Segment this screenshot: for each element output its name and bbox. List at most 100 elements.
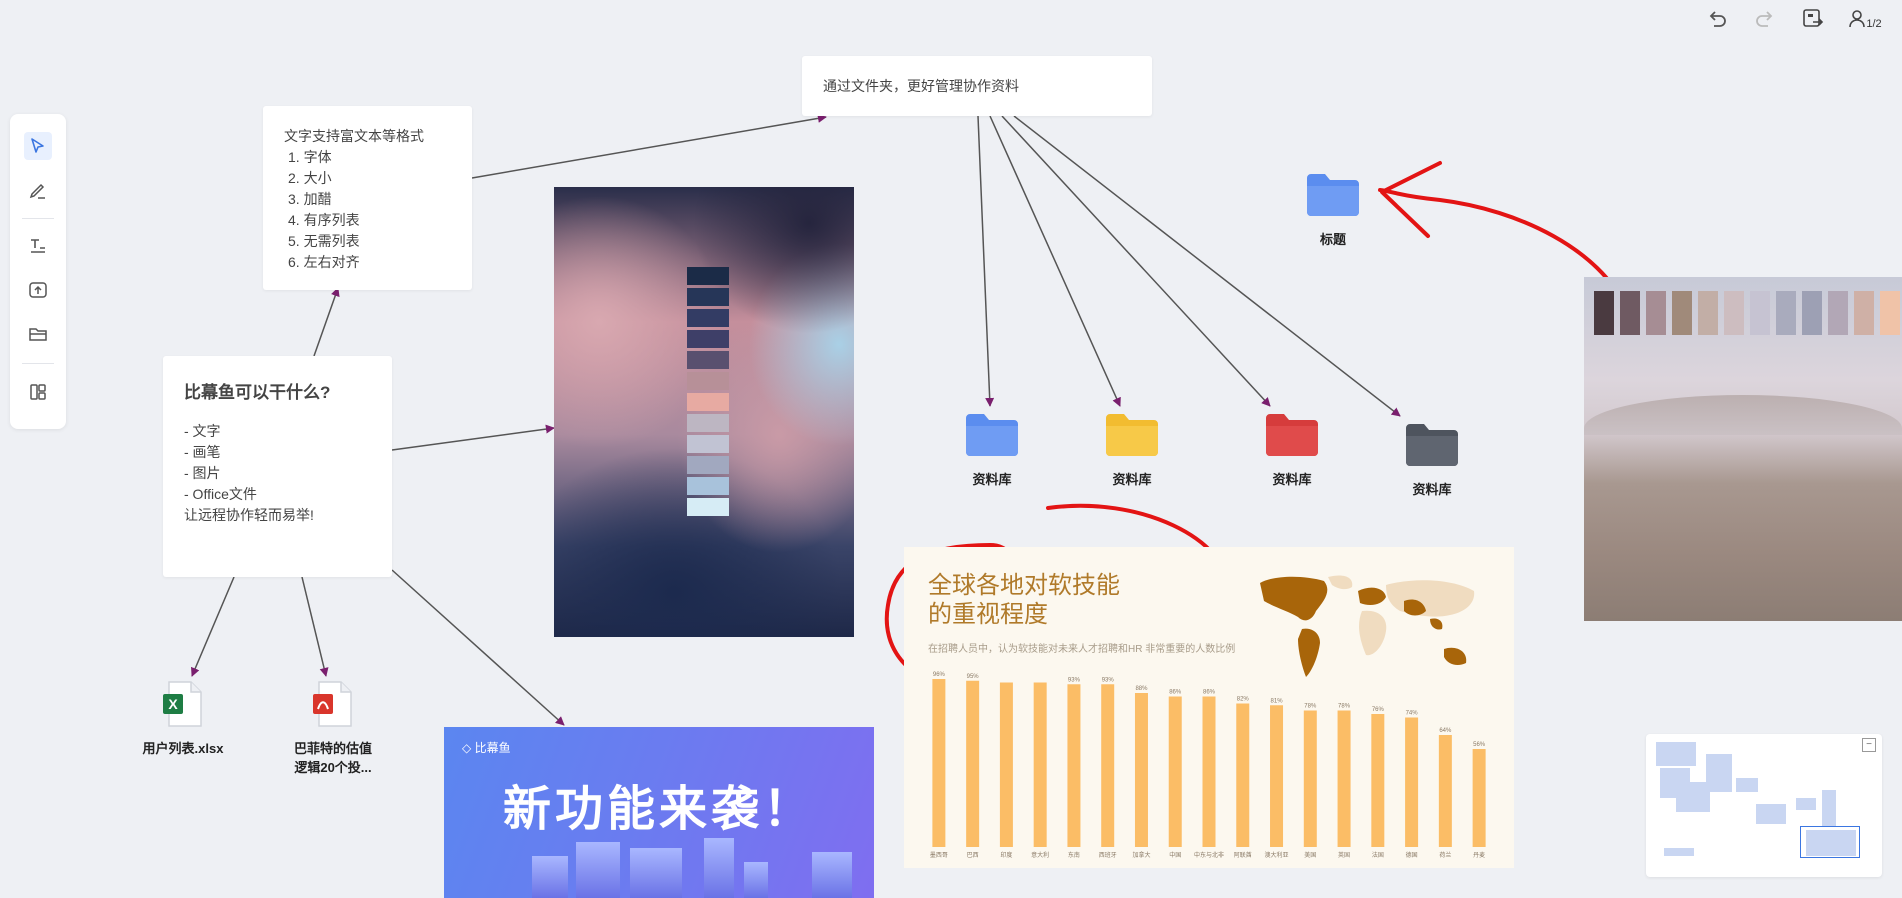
folder-item[interactable]: 资料库 [1387,422,1477,498]
chart-category-label: 法国 [1372,851,1384,859]
chart-bar [1303,710,1317,847]
chart-bar [1168,696,1182,847]
chart-value-label: 74% [1406,711,1419,717]
chart-bar [1101,684,1115,847]
chart-value-label: 82% [1237,697,1250,703]
minimap-viewport[interactable] [1800,826,1860,858]
chart-value-label: 93% [1068,677,1081,683]
undo-icon [1709,11,1726,27]
connector-line [391,424,555,451]
undo-button[interactable] [1704,6,1730,32]
richtext-line: 文字支持富文本等格式 [284,128,424,144]
connector-line [391,569,565,726]
folder-label: 资料库 [1112,472,1152,487]
chart-category-label: 丹麦 [1473,851,1485,859]
select-icon [31,138,44,153]
color-swatch [687,288,729,306]
connector-line [313,287,340,357]
building-graphic [744,862,768,898]
layout-icon [30,384,46,400]
pen-icon [29,183,45,199]
chart-value-label: 96% [933,672,946,678]
new-feature-banner[interactable]: ◇ 比幕鱼 新功能来袭！ [444,727,874,898]
folder-tool-button[interactable] [24,320,52,348]
color-swatch [687,477,729,495]
banner-brand: ◇ 比幕鱼 [462,739,511,756]
folder-icon [1106,414,1158,456]
file-item-excel[interactable]: X 用户列表.xlsx [118,680,248,758]
select-tool-button[interactable] [24,132,52,160]
connector-line [989,115,1121,407]
chart-bar [1270,705,1284,847]
chart-category-label: 墨西哥 [930,852,948,859]
chart-category-label: 西班牙 [1099,851,1117,859]
color-swatch [1594,291,1614,335]
top-toolbar: 1/2 [1704,6,1882,32]
chart-bar [1405,717,1419,847]
pen-tool-button[interactable] [24,176,52,204]
users-count: 1/2 [1866,18,1882,30]
folder-item[interactable]: 资料库 [1247,412,1337,488]
file-item-pdf[interactable]: 巴菲特的估值 逻辑20个投... [268,680,398,777]
chart-category-label: 阿联酋 [1234,851,1252,859]
folder-label: 资料库 [1412,482,1452,497]
intro-line: - 文字 [184,423,221,439]
minimap-element [1822,790,1836,826]
connector-line [977,115,995,407]
folder-item[interactable]: 标题 [1288,172,1378,248]
color-swatch [687,267,729,285]
color-swatch [1646,291,1666,335]
chart-value-label: 76% [1372,707,1385,713]
chart-category-label: 美国 [1304,851,1316,859]
chart-category-label: 中国 [1169,851,1181,859]
folder-item[interactable]: 资料库 [1087,412,1177,488]
color-swatch [687,309,729,327]
minimap-collapse-button[interactable]: − [1862,738,1876,752]
chart-bar [999,682,1013,847]
chart-bar [1337,710,1351,847]
building-graphic [812,852,852,898]
users-button[interactable]: 1/2 [1848,6,1882,32]
color-swatch [1698,291,1718,335]
richtext-line: 6. 左右对齐 [288,254,360,270]
chart-category-label: 英国 [1338,851,1350,859]
chart-bar [1067,684,1081,847]
text-tool-button[interactable] [24,232,52,260]
color-swatch [1620,291,1640,335]
connector-line [301,576,329,677]
folder-icon [1266,414,1318,456]
intro-card[interactable]: 比幕鱼可以干什么? - 文字 - 画笔 - 图片 - Office文件 让远程协… [163,356,392,577]
chart-category-label: 意大利 [1031,851,1049,859]
color-swatch [687,330,729,348]
infographic-title-line: 全球各地对软技能 [928,572,1120,599]
color-swatch [687,393,729,411]
banner-title: 新功能来袭！ [502,783,815,836]
color-swatch [1750,291,1770,335]
upload-tool-button[interactable] [24,276,52,304]
intro-line: - 画笔 [184,444,221,460]
redo-button[interactable] [1752,6,1778,32]
minimap-element [1756,804,1786,824]
color-swatch [1880,291,1900,335]
redo-icon [1756,11,1773,27]
layout-tool-button[interactable] [24,378,52,406]
minimap-element [1736,778,1758,792]
color-swatch [1828,291,1848,335]
landscape-image[interactable] [1584,277,1902,621]
infographic-subtitle: 在招聘人员中，认为软技能对未来人才招聘和HR 非常重要的人数比例 [928,644,1236,655]
chart-value-label: 86% [1169,690,1182,696]
soft-skills-infographic[interactable]: 全球各地对软技能 的重视程度 在招聘人员中，认为软技能对未来人才招聘和HR 非常… [904,547,1514,868]
richtext-line: 1. 字体 [288,149,332,165]
minimap[interactable]: − [1646,734,1882,877]
present-button[interactable] [1800,6,1826,32]
folders-note-card[interactable]: 通过文件夹，更好管理协作资料 [802,56,1152,116]
storm-cloud-image[interactable] [554,187,854,637]
chart-value-label: 78% [1338,704,1351,710]
folder-item[interactable]: 资料库 [947,412,1037,488]
svg-text:X: X [168,696,178,712]
color-swatch [1854,291,1874,335]
chart-category-label: 德国 [1406,851,1418,859]
richtext-card[interactable]: 文字支持富文本等格式 1. 字体 2. 大小 3. 加醋 4. 有序列表 5. … [263,106,472,290]
users-icon [1849,10,1866,28]
toolbar-divider [22,218,54,219]
